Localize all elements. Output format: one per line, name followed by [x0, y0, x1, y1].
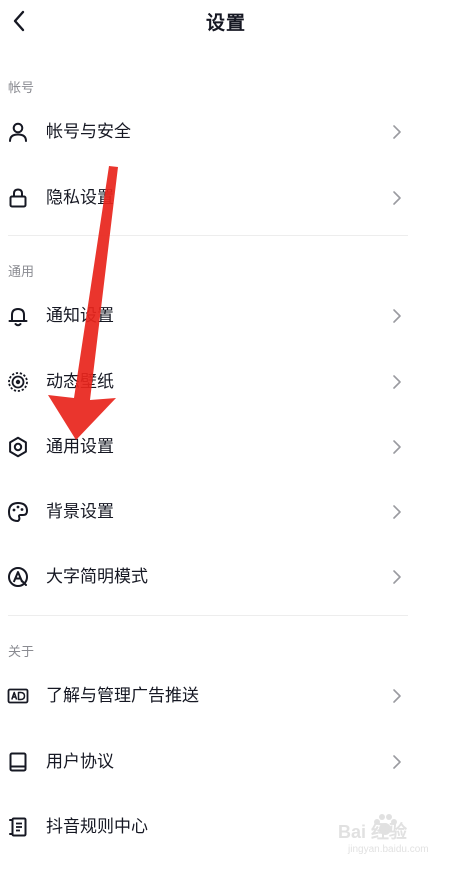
- chevron-right-icon: [393, 375, 401, 389]
- section-divider: [8, 615, 408, 616]
- settings-item-label: 大字简明模式: [46, 567, 148, 587]
- chevron-right-icon: [393, 689, 401, 703]
- chevron-right-icon: [393, 755, 401, 769]
- page-title: 设置: [205, 12, 246, 34]
- settings-item-live-wallpaper[interactable]: 动态壁纸: [0, 360, 452, 404]
- settings-item-label: 帐号与安全: [46, 122, 131, 142]
- settings-item-label: 通用设置: [46, 437, 114, 457]
- watermark-text: Bai 经验: [338, 822, 408, 842]
- watermark: Bai 经验 jingyan.baidu.com: [330, 814, 430, 862]
- settings-item-label: 动态壁纸: [46, 372, 114, 392]
- section-title-account: 帐号: [8, 81, 35, 96]
- section-divider: [8, 235, 408, 236]
- palette-icon: [8, 502, 28, 522]
- settings-item-background[interactable]: 背景设置: [0, 490, 452, 534]
- chevron-right-icon: [393, 191, 401, 205]
- chevron-right-icon: [393, 125, 401, 139]
- lock-icon: [9, 188, 27, 208]
- settings-item-ad-management[interactable]: 了解与管理广告推送: [0, 674, 452, 718]
- settings-item-notifications[interactable]: 通知设置: [0, 294, 452, 338]
- header-bar: 设置: [0, 0, 452, 44]
- settings-item-general-settings[interactable]: 通用设置: [0, 425, 452, 469]
- bell-icon: [8, 308, 28, 327]
- chevron-right-icon: [393, 309, 401, 323]
- chevron-right-icon: [393, 440, 401, 454]
- settings-item-label: 背景设置: [46, 502, 114, 522]
- settings-item-label: 用户协议: [46, 752, 114, 772]
- live-wallpaper-icon: [8, 372, 28, 392]
- ad-icon: [7, 688, 29, 704]
- chevron-right-icon: [393, 570, 401, 584]
- rules-icon: [9, 817, 27, 837]
- settings-item-label: 抖音规则中心: [46, 817, 148, 837]
- settings-item-label: 隐私设置: [46, 188, 114, 208]
- settings-item-privacy[interactable]: 隐私设置: [0, 176, 452, 220]
- chevron-right-icon: [393, 505, 401, 519]
- settings-item-account-security[interactable]: 帐号与安全: [0, 110, 452, 154]
- user-icon: [9, 122, 27, 142]
- settings-item-label: 了解与管理广告推送: [46, 686, 199, 706]
- settings-item-label: 通知设置: [46, 306, 114, 326]
- settings-item-user-agreement[interactable]: 用户协议: [0, 740, 452, 784]
- watermark-url: jingyan.baidu.com: [348, 844, 429, 855]
- section-title-general: 通用: [8, 265, 35, 280]
- large-text-icon: [8, 567, 28, 587]
- section-title-about: 关于: [8, 645, 35, 660]
- settings-item-large-text-mode[interactable]: 大字简明模式: [0, 555, 452, 599]
- book-icon: [9, 752, 27, 772]
- gear-icon: [9, 436, 27, 458]
